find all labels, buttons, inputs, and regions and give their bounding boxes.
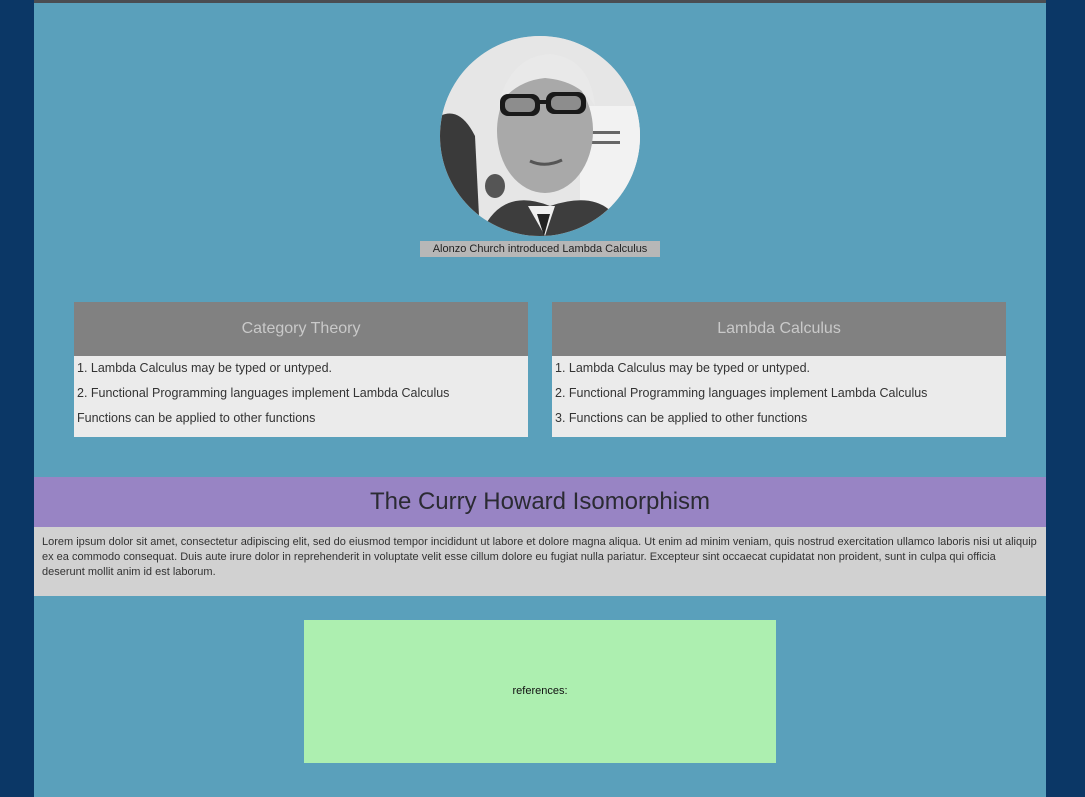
card-title: Lambda Calculus [552,302,1006,356]
portrait-photo [440,36,640,236]
list-item: Functions can be applied to other functi… [77,411,316,425]
card-lambda-calculus: Lambda Calculus 1. Lambda Calculus may b… [552,302,1006,437]
references-label: references: [512,685,568,697]
references-box: references: [304,620,776,763]
list-item: 2. Functional Programming languages impl… [77,386,450,400]
list-item: 1. Lambda Calculus may be typed or untyp… [555,361,811,375]
card-list: 1. Lambda Calculus may be typed or untyp… [552,356,1006,431]
top-bar [34,0,1046,3]
person-portrait-icon [440,36,640,236]
section-banner-title: The Curry Howard Isomorphism [34,477,1046,527]
lorem-paragraph: Lorem ipsum dolor sit amet, consectetur … [34,527,1046,596]
list-item: 2. Functional Programming languages impl… [555,386,928,400]
list-item: 1. Lambda Calculus may be typed or untyp… [77,361,333,375]
card-title: Category Theory [74,302,528,356]
card-list: 1. Lambda Calculus may be typed or untyp… [74,356,528,431]
page-container: Alonzo Church introduced Lambda Calculus… [34,0,1046,797]
list-item: 3. Functions can be applied to other fun… [555,411,808,425]
portrait-caption: Alonzo Church introduced Lambda Calculus [420,241,660,257]
card-category-theory: Category Theory 1. Lambda Calculus may b… [74,302,528,437]
